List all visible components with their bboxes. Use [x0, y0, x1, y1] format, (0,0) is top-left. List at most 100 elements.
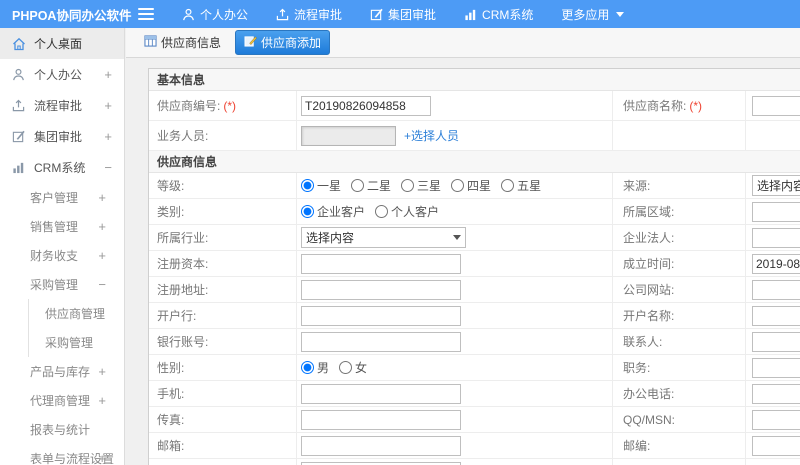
- topbar-item[interactable]: 个人办公: [168, 0, 262, 28]
- form-row: 所属行业: 选择内容 企业法人:: [149, 225, 800, 251]
- form-input[interactable]: [301, 125, 396, 146]
- form-row: 注册资本: 成立时间:: [149, 251, 800, 277]
- radio-input[interactable]: [451, 179, 465, 192]
- form-select[interactable]: 选择内容: [752, 175, 800, 196]
- chevron-down-icon: [616, 11, 625, 17]
- form-input[interactable]: [301, 95, 431, 116]
- radio-input[interactable]: [339, 361, 353, 374]
- expand-icon[interactable]: +: [98, 219, 106, 234]
- sidebar-item[interactable]: 产品与库存 +: [0, 357, 124, 386]
- sidebar-item[interactable]: 供应商管理: [28, 299, 124, 328]
- radio-option[interactable]: 二星: [351, 177, 391, 194]
- topbar-item[interactable]: 流程审批: [262, 0, 356, 28]
- topbar-item-label: 个人办公: [200, 7, 249, 22]
- sidebar-item-label: 财务收支: [30, 249, 79, 263]
- tab-label: 供应商添加: [261, 36, 322, 50]
- sidebar-item[interactable]: 客户管理 +: [0, 183, 124, 212]
- radio-input[interactable]: [301, 205, 314, 218]
- form-section-title: 供应商信息: [149, 151, 800, 173]
- sidebar-item[interactable]: 流程审批 +: [0, 90, 124, 121]
- field-label: 企业法人:: [613, 225, 746, 250]
- field-label: 开户行:: [149, 303, 297, 328]
- sidebar-item[interactable]: 销售管理 +: [0, 212, 124, 241]
- topbar-item[interactable]: 集团审批: [356, 0, 450, 28]
- form-input[interactable]: [301, 435, 461, 456]
- form-input[interactable]: [752, 409, 800, 430]
- tab-supplier-add[interactable]: 供应商添加: [235, 30, 331, 55]
- sidebar-item[interactable]: 个人办公 +: [0, 59, 124, 90]
- form-row: 银行账号: 联系人:: [149, 329, 800, 355]
- form-input[interactable]: [301, 409, 461, 430]
- field-value: [297, 381, 613, 406]
- field-value: [746, 199, 800, 224]
- radio-input[interactable]: [401, 179, 415, 192]
- form-input[interactable]: [301, 383, 461, 404]
- expand-icon[interactable]: +: [104, 98, 112, 113]
- form-input[interactable]: [752, 383, 800, 404]
- radio-option[interactable]: 三星: [401, 177, 441, 194]
- field-label: 来源:: [613, 173, 746, 198]
- radio-option[interactable]: 一星: [301, 177, 341, 194]
- collapse-icon[interactable]: −: [104, 160, 112, 175]
- form-input[interactable]: [301, 279, 461, 300]
- radio-input[interactable]: [301, 361, 314, 374]
- form-input[interactable]: [752, 253, 800, 274]
- radio-option[interactable]: 四星: [451, 177, 491, 194]
- sidebar-item[interactable]: 代理商管理 +: [0, 386, 124, 415]
- collapse-icon[interactable]: −: [98, 277, 106, 292]
- form-input[interactable]: [301, 461, 461, 465]
- sidebar-item[interactable]: 个人桌面: [0, 28, 124, 59]
- radio-option[interactable]: 企业客户: [301, 203, 365, 220]
- field-label: 传真:: [149, 407, 297, 432]
- topbar-item[interactable]: CRM系统: [450, 0, 547, 28]
- expand-icon[interactable]: +: [98, 190, 106, 205]
- sidebar-item[interactable]: 表单与流程设置 +: [0, 444, 124, 465]
- form-input[interactable]: [752, 279, 800, 300]
- field-label: 邮箱:: [149, 433, 297, 458]
- tab-supplier-info[interactable]: 供应商信息: [136, 31, 229, 54]
- app-logo: PHPOA协同办公软件: [12, 8, 132, 23]
- form-input[interactable]: [301, 331, 461, 352]
- radio-option[interactable]: 个人客户: [375, 203, 439, 220]
- form-row: 手机: 办公电话:: [149, 381, 800, 407]
- radio-input[interactable]: [501, 179, 515, 192]
- expand-icon[interactable]: +: [98, 393, 106, 408]
- sidebar-item[interactable]: 集团审批 +: [0, 121, 124, 152]
- form-select[interactable]: 选择内容: [301, 227, 466, 248]
- sidebar-item[interactable]: 财务收支 +: [0, 241, 124, 270]
- field-label: 供应商名称: (*): [613, 91, 746, 120]
- select-person-link[interactable]: +选择人员: [404, 127, 459, 144]
- field-value: [297, 91, 613, 120]
- form-input[interactable]: [752, 95, 800, 116]
- topbar-item-label: 集团审批: [388, 7, 437, 22]
- radio-input[interactable]: [351, 179, 365, 192]
- topbar-item[interactable]: 更多应用: [547, 0, 638, 28]
- form-input[interactable]: [752, 227, 800, 248]
- field-label: 邮编:: [613, 433, 746, 458]
- expand-icon[interactable]: +: [98, 248, 106, 263]
- expand-icon[interactable]: +: [98, 451, 106, 465]
- radio-input[interactable]: [375, 205, 389, 218]
- form-input[interactable]: [752, 331, 800, 352]
- form-input[interactable]: [752, 357, 800, 378]
- select-value: 选择内容: [757, 179, 800, 193]
- sidebar-item[interactable]: 采购管理: [28, 328, 124, 357]
- expand-icon[interactable]: +: [104, 67, 112, 82]
- sidebar-item[interactable]: CRM系统 −: [0, 152, 124, 183]
- radio-label: 个人客户: [391, 205, 440, 219]
- form-input[interactable]: [752, 201, 800, 222]
- field-label: 开户名称:: [613, 303, 746, 328]
- form-input[interactable]: [301, 253, 461, 274]
- sidebar-item[interactable]: 报表与统计: [0, 415, 124, 444]
- sidebar-item[interactable]: 采购管理 −: [0, 270, 124, 299]
- hamburger-icon[interactable]: [138, 8, 154, 20]
- radio-option[interactable]: 五星: [501, 177, 541, 194]
- expand-icon[interactable]: +: [104, 129, 112, 144]
- form-input[interactable]: [301, 305, 461, 326]
- form-input[interactable]: [752, 435, 800, 456]
- radio-input[interactable]: [301, 179, 314, 192]
- expand-icon[interactable]: +: [98, 364, 106, 379]
- radio-option[interactable]: 男: [301, 359, 329, 376]
- form-input[interactable]: [752, 305, 800, 326]
- radio-option[interactable]: 女: [339, 359, 367, 376]
